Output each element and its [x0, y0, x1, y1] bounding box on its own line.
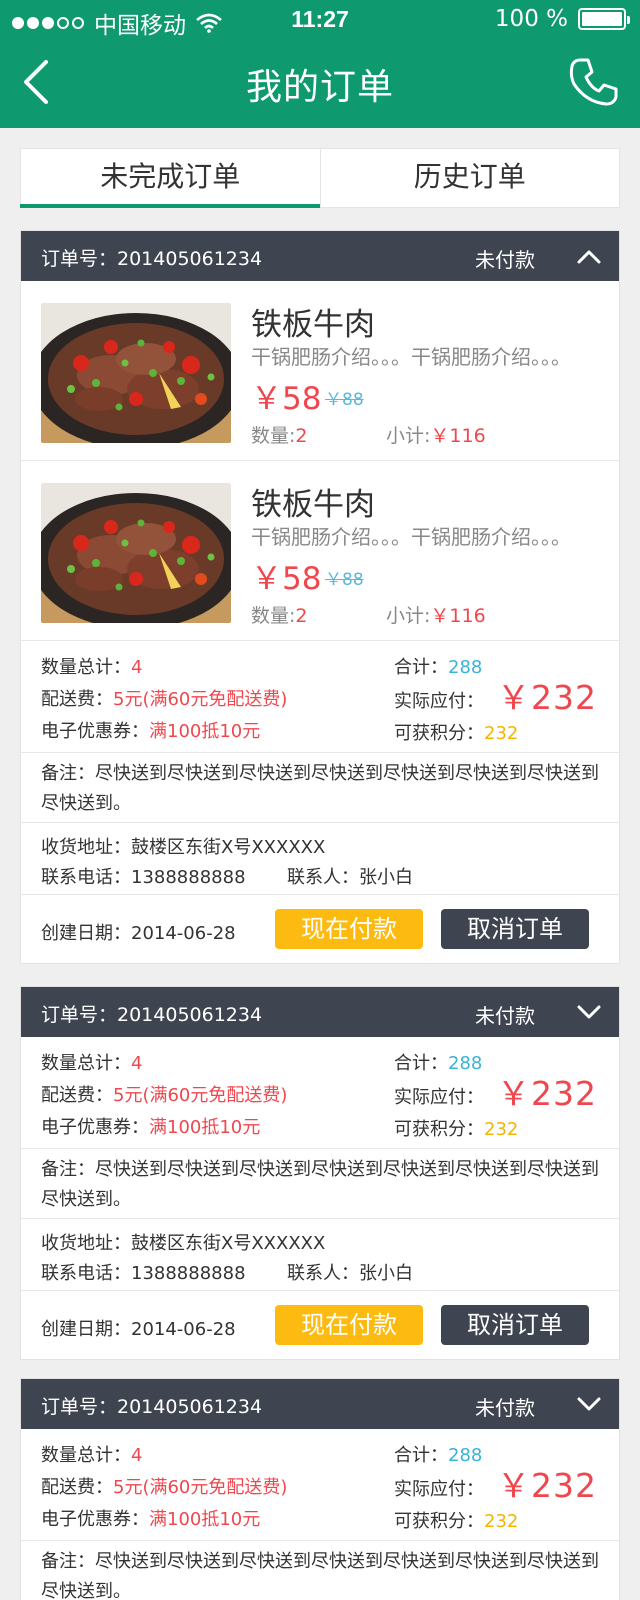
contact-phone: 联系电话：1388888888 [41, 1263, 246, 1284]
delivery-info: 收货地址：鼓楼区东街X号XXXXXX 联系电话：1388888888 联系人：张… [21, 823, 619, 895]
pay-now-button[interactable]: 现在付款 [275, 1305, 423, 1345]
app-bar: 我的订单 [0, 40, 640, 128]
actual-payment-amount: ￥232 [497, 678, 597, 717]
order-summary: 数量总计：4 配送费：5元(满60元免配送费) 电子优惠券：满100抵10元 合… [21, 641, 619, 753]
battery-percent: 100 % [494, 6, 568, 32]
food-thumbnail-image [41, 483, 231, 623]
order-remark: 备注：尽快送到尽快送到尽快送到尽快送到尽快送到尽快送到尽快送到尽快送到。 [21, 1149, 619, 1219]
chevron-up-icon[interactable] [575, 243, 603, 269]
actual-payment-amount: ￥232 [497, 1466, 597, 1505]
order-footer: 创建日期：2014-06-28 现在付款 取消订单 [21, 895, 619, 963]
food-thumbnail-image [41, 303, 231, 443]
total-quantity: 数量总计：4 [41, 1445, 143, 1466]
order-number: 订单号：201405061234 [41, 1004, 263, 1026]
contact-person: 联系人：张小白 [287, 867, 413, 888]
contact-phone: 联系电话：1388888888 [41, 867, 246, 888]
chevron-down-icon[interactable] [575, 999, 603, 1025]
order-header[interactable]: 订单号：201405061234 未付款 [21, 231, 619, 281]
order-header[interactable]: 订单号：201405061234 未付款 [21, 987, 619, 1037]
delivery-fee: 配送费：5元(满60元免配送费) [41, 1477, 288, 1498]
created-date: 创建日期：2014-06-28 [41, 1319, 236, 1340]
page-title: 我的订单 [245, 67, 394, 108]
order-status: 未付款 [475, 1004, 535, 1028]
order-total: 合计：288 [394, 1053, 483, 1074]
item-description: 干锅肥肠介绍。。。干锅肥肠介绍。。。 [251, 345, 571, 369]
order-total: 合计：288 [394, 1445, 483, 1466]
item-subtotal: 小计:￥116 [386, 425, 486, 447]
item-quantity: 数量:2 [251, 605, 308, 627]
actual-payment-label: 实际应付： [394, 1087, 484, 1108]
pay-now-button[interactable]: 现在付款 [275, 909, 423, 949]
order-summary: 数量总计：4 配送费：5元(满60元免配送费) 电子优惠券：满100抵10元 合… [21, 1429, 619, 1541]
coupon: 电子优惠券：满100抵10元 [41, 1117, 261, 1138]
order-remark: 备注：尽快送到尽快送到尽快送到尽快送到尽快送到尽快送到尽快送到尽快送到。 [41, 1551, 599, 1600]
coupon: 电子优惠券：满100抵10元 [41, 1509, 261, 1530]
item-price: ￥58 [251, 561, 322, 597]
reward-points: 可获积分：232 [394, 1511, 519, 1532]
item-subtotal: 小计:￥116 [386, 605, 486, 627]
coupon: 电子优惠券：满100抵10元 [41, 721, 261, 742]
cancel-order-button[interactable]: 取消订单 [441, 909, 589, 949]
order-remark: 备注：尽快送到尽快送到尽快送到尽快送到尽快送到尽快送到尽快送到尽快送到。 [21, 753, 619, 823]
order-summary: 数量总计：4 配送费：5元(满60元免配送费) 电子优惠券：满100抵10元 合… [21, 1037, 619, 1149]
actual-payment-amount: ￥232 [497, 1074, 597, 1113]
item-name: 铁板牛肉 [251, 307, 375, 343]
item-price: ￥58 [251, 381, 322, 417]
order-header[interactable]: 订单号：201405061234 未付款 [21, 1379, 619, 1429]
actual-payment-label: 实际应付： [394, 1479, 484, 1500]
total-quantity: 数量总计：4 [41, 657, 143, 678]
top-bar: 中国移动 11:27 100 % 我的订单 [0, 0, 640, 128]
order-number: 订单号：201405061234 [41, 248, 263, 270]
item-quantity: 数量:2 [251, 425, 308, 447]
actual-payment-label: 实际应付： [394, 691, 484, 712]
tab-unfinished-orders[interactable]: 未完成订单 [20, 149, 320, 208]
contact-person: 联系人：张小白 [287, 1263, 413, 1284]
cancel-order-button[interactable]: 取消订单 [441, 1305, 589, 1345]
reward-points: 可获积分：232 [394, 723, 519, 744]
order-card: 订单号：201405061234 未付款 数量总计：4 配送费：5元(满60元免… [20, 1378, 620, 1600]
item-name: 铁板牛肉 [251, 487, 375, 523]
item-original-price: ￥88 [325, 570, 364, 590]
chevron-down-icon[interactable] [575, 1391, 603, 1417]
delivery-address: 收货地址：鼓楼区东街X号XXXXXX [41, 837, 326, 858]
order-item[interactable]: 铁板牛肉 干锅肥肠介绍。。。干锅肥肠介绍。。。 ￥58 ￥88 数量:2 小计:… [21, 461, 619, 641]
order-number: 订单号：201405061234 [41, 1396, 263, 1418]
order-total: 合计：288 [394, 657, 483, 678]
item-original-price: ￥88 [325, 390, 364, 410]
order-card: 订单号：201405061234 未付款 数量总计：4 配送费：5元(满60元免… [20, 986, 620, 1360]
order-footer: 创建日期：2014-06-28 现在付款 取消订单 [21, 1291, 619, 1359]
delivery-address: 收货地址：鼓楼区东街X号XXXXXX [41, 1233, 326, 1254]
item-description: 干锅肥肠介绍。。。干锅肥肠介绍。。。 [251, 525, 571, 549]
order-status: 未付款 [475, 248, 535, 272]
delivery-fee: 配送费：5元(满60元免配送费) [41, 1085, 288, 1106]
delivery-fee: 配送费：5元(满60元免配送费) [41, 689, 288, 710]
battery-icon [578, 8, 630, 30]
status-bar: 中国移动 11:27 100 % [0, 0, 640, 40]
total-quantity: 数量总计：4 [41, 1053, 143, 1074]
order-status: 未付款 [475, 1396, 535, 1420]
delivery-info: 收货地址：鼓楼区东街X号XXXXXX 联系电话：1388888888 联系人：张… [21, 1219, 619, 1291]
created-date: 创建日期：2014-06-28 [41, 923, 236, 944]
reward-points: 可获积分：232 [394, 1119, 519, 1140]
tab-history-orders[interactable]: 历史订单 [319, 149, 620, 207]
order-item[interactable]: 铁板牛肉 干锅肥肠介绍。。。干锅肥肠介绍。。。 ￥58 ￥88 数量:2 小计:… [21, 281, 619, 461]
order-tabs: 未完成订单 历史订单 [20, 148, 620, 208]
phone-icon[interactable] [566, 54, 622, 110]
order-card: 订单号：201405061234 未付款 铁板牛肉 干锅肥肠介绍。。。干锅肥肠介… [20, 230, 620, 964]
